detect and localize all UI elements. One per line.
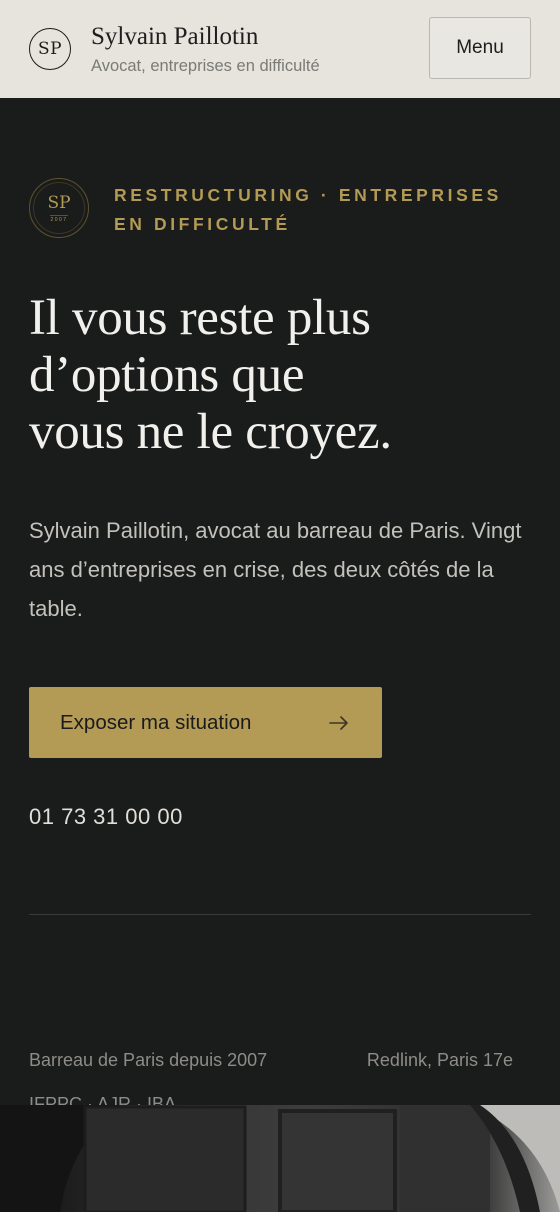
site-header: SP Sylvain Paillotin Avocat, entreprises… bbox=[0, 0, 560, 98]
divider bbox=[29, 914, 531, 915]
brand-block[interactable]: Sylvain Paillotin Avocat, entreprises en… bbox=[91, 23, 320, 76]
seal-emblem: SP 2007 bbox=[29, 178, 89, 238]
hero-headline: Il vous reste plus d’options que vous ne… bbox=[29, 290, 529, 461]
seal-initials: SP bbox=[47, 192, 71, 213]
phone-link[interactable]: 01 73 31 00 00 bbox=[29, 804, 183, 830]
bar-admission: Barreau de Paris depuis 2007 bbox=[29, 1050, 268, 1070]
seal-year: 2007 bbox=[50, 214, 68, 223]
cta-label: Exposer ma situation bbox=[60, 710, 252, 734]
menu-button[interactable]: Menu bbox=[429, 17, 531, 79]
arrow-right-icon bbox=[329, 715, 348, 730]
headline-line: vous ne le croyez. bbox=[29, 404, 392, 460]
office-door-photo bbox=[0, 1105, 560, 1212]
headline-line: Il vous reste plus bbox=[29, 290, 371, 346]
hero-lead: Sylvain Paillotin, avocat au barreau de … bbox=[29, 518, 522, 621]
expose-situation-button[interactable]: Exposer ma situation bbox=[29, 687, 382, 758]
brand-name: Sylvain Paillotin bbox=[91, 22, 259, 50]
door-image bbox=[0, 1105, 560, 1212]
kicker: SP 2007 RESTRUCTURING · ENTREPRISES EN D… bbox=[29, 178, 514, 239]
logo-monogram[interactable]: SP bbox=[29, 28, 71, 70]
office-location: Redlink, Paris 17e bbox=[366, 1050, 513, 1070]
kicker-text: RESTRUCTURING · ENTREPRISES EN DIFFICULT… bbox=[114, 185, 502, 234]
headline-line: d’options que bbox=[29, 347, 305, 403]
brand-tagline: Avocat, entreprises en difficulté bbox=[91, 56, 320, 75]
